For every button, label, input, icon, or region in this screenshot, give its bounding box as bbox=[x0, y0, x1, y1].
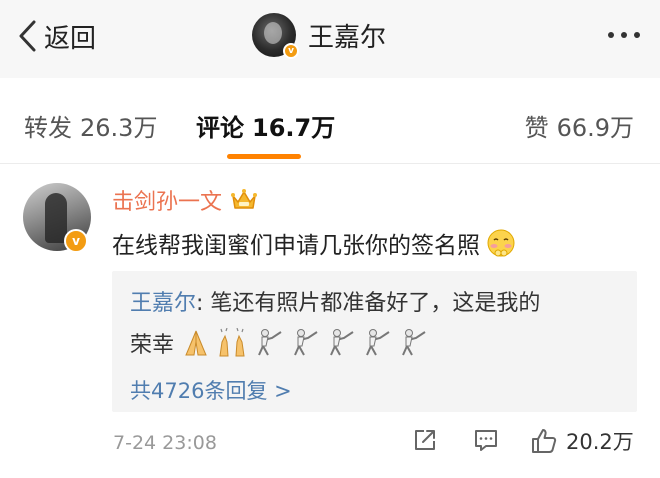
comment-text-row: 在线帮我闺蜜们申请几张你的签名照 bbox=[112, 226, 518, 260]
author-avatar[interactable]: v bbox=[252, 13, 299, 59]
fencer-emoji-icon bbox=[258, 329, 282, 356]
share-icon bbox=[415, 430, 435, 450]
fencer-emoji-icon bbox=[330, 329, 354, 356]
comment-icon bbox=[475, 430, 497, 451]
thumbs-up-icon bbox=[532, 429, 557, 453]
verified-badge-icon: v bbox=[64, 229, 88, 253]
like-button[interactable]: 20.2万 bbox=[530, 426, 634, 456]
more-dot bbox=[621, 32, 627, 38]
pray-emoji-icon bbox=[185, 330, 207, 356]
tab-bar: 转发 26.3万 评论 16.7万 赞 66.9万 bbox=[0, 96, 660, 164]
reply-button[interactable] bbox=[472, 426, 500, 454]
username-text: 击剑孙一文 bbox=[112, 190, 223, 215]
page-title-group: v 王嘉尔 bbox=[252, 10, 386, 60]
back-label: 返回 bbox=[44, 23, 97, 54]
comment-item: v 击剑孙一文 在线帮我闺蜜们申请几张你的签名照 王嘉尔: 笔还有照片都准备好了… bbox=[0, 164, 660, 478]
reply-line: 王嘉尔: 笔还有照片都准备好了，这是我的 bbox=[130, 285, 540, 317]
fencer-emoji-icon bbox=[294, 329, 318, 356]
reply-text-cont: 荣幸 bbox=[130, 333, 175, 358]
comment-text: 在线帮我闺蜜们申请几张你的签名照 bbox=[112, 233, 480, 259]
more-dot bbox=[634, 32, 640, 38]
reply-author[interactable]: 王嘉尔 bbox=[130, 291, 196, 316]
reply-text: 笔还有照片都准备好了，这是我的 bbox=[210, 291, 541, 316]
reply-line: 荣幸 bbox=[130, 327, 428, 359]
tab-label: 转发 bbox=[24, 114, 72, 142]
tab-label: 评论 bbox=[196, 114, 244, 142]
tab-label: 赞 bbox=[524, 114, 549, 142]
raised-hands-emoji-icon bbox=[219, 328, 245, 357]
reply-emojis bbox=[180, 328, 428, 358]
tab-like[interactable]: 赞 66.9万 bbox=[525, 108, 634, 143]
fencer-emoji-icon bbox=[366, 329, 390, 356]
more-dots-icon bbox=[608, 32, 614, 38]
fencer-emoji-icon bbox=[402, 329, 426, 356]
reply-preview[interactable]: 王嘉尔: 笔还有照片都准备好了，这是我的 荣幸 共4726条回复 > bbox=[112, 271, 637, 412]
tab-count: 26.3万 bbox=[80, 114, 158, 142]
tab-count: 66.9万 bbox=[556, 114, 634, 142]
shy-emoji-icon bbox=[487, 229, 515, 257]
tab-comment[interactable]: 评论 16.7万 bbox=[196, 108, 335, 143]
tab-count: 16.7万 bbox=[252, 114, 336, 142]
share-button[interactable] bbox=[411, 426, 439, 454]
view-replies-link[interactable]: 共4726条回复 > bbox=[130, 375, 292, 405]
tab-repost[interactable]: 转发 26.3万 bbox=[24, 108, 157, 143]
verified-badge-icon: v bbox=[283, 43, 299, 59]
back-button[interactable]: 返回 bbox=[16, 14, 96, 58]
comment-timestamp: 7-24 23:08 bbox=[113, 432, 217, 454]
like-count: 20.2万 bbox=[566, 430, 634, 454]
crown-icon bbox=[231, 189, 258, 209]
more-button[interactable] bbox=[608, 24, 640, 46]
page-title: 王嘉尔 bbox=[308, 22, 387, 53]
reply-separator: : bbox=[196, 291, 211, 316]
active-tab-indicator bbox=[227, 154, 301, 159]
chevron-left-icon bbox=[19, 20, 36, 52]
commenter-username[interactable]: 击剑孙一文 bbox=[112, 184, 258, 216]
top-nav-bar: 返回 v 王嘉尔 bbox=[0, 0, 660, 78]
